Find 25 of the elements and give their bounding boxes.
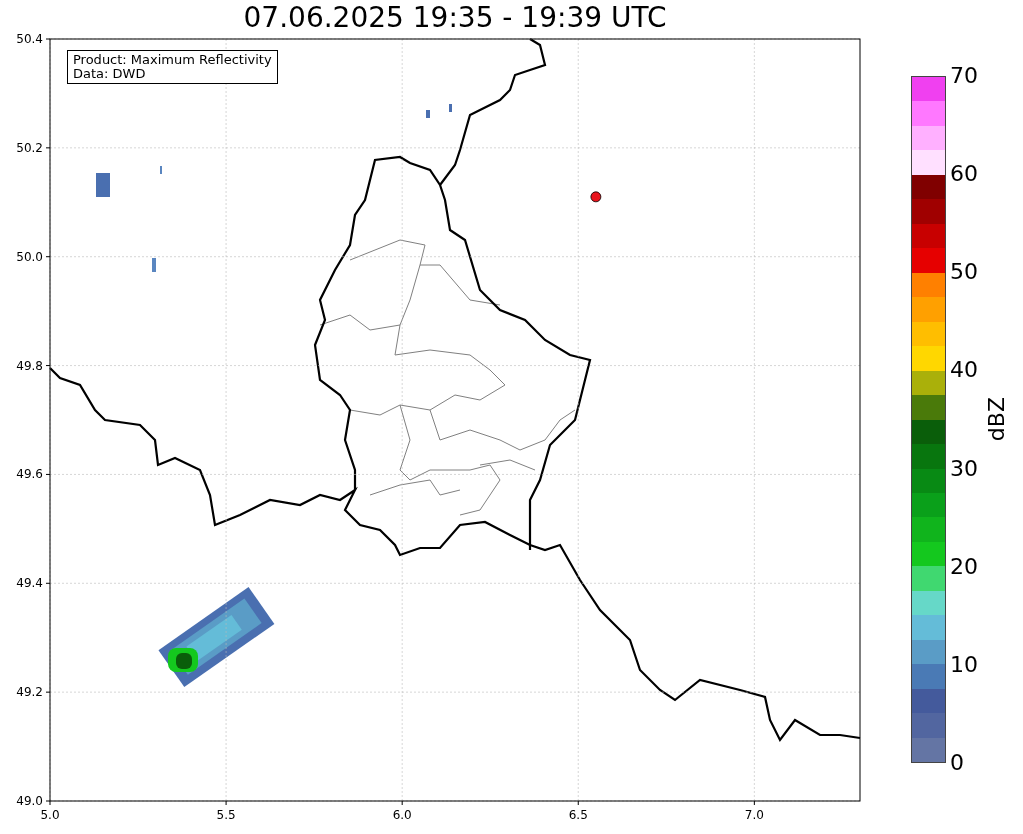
y-tick-label: 49.2 [16,685,43,700]
y-tick-label: 49.4 [16,576,43,591]
colorbar-tick-label: 60 [950,162,978,187]
y-tick-label: 49.6 [16,467,43,482]
x-tick-label: 6.5 [568,808,588,822]
colorbar-tick-label: 70 [950,64,978,88]
colorbar-tick-label: 40 [950,358,978,383]
colorbar-axis-label: dBZ [984,397,1010,442]
y-tick-label: 49.0 [16,794,43,808]
colorbar-tick-label: 10 [950,652,978,677]
y-tick-label: 50.0 [16,249,43,264]
x-tick-label: 5.0 [40,808,60,822]
colorbar-tick-label: 30 [950,456,978,481]
x-tick-label: 5.5 [216,808,236,822]
legend-text: Product: Maximum Reflectivity [73,53,272,67]
colorbar-tick-label: 0 [950,751,965,775]
colorbar-tick-label: 20 [950,554,978,579]
y-tick-label: 50.4 [16,32,43,46]
x-tick-label: 6.0 [392,808,412,822]
colorbar-tick-label: 50 [950,260,978,285]
y-tick-label: 49.8 [16,358,43,373]
y-tick-label: 50.2 [16,140,43,155]
chart-title: 07.06.2025 19:35 - 19:39 UTC [242,0,668,30]
legend-text: Data: DWD [73,67,147,81]
x-tick-label: 7.0 [744,808,764,822]
